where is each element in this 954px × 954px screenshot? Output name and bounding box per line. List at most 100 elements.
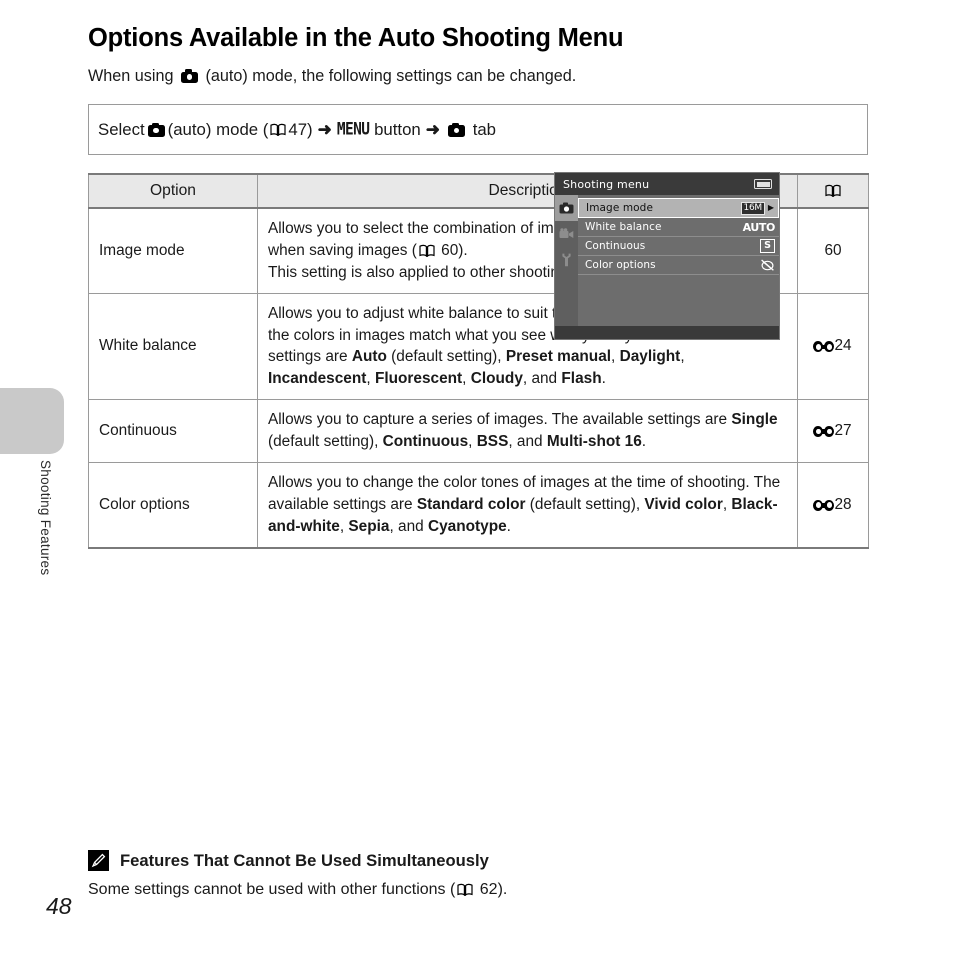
lcd-title: Shooting menu <box>563 177 650 191</box>
description-text: , <box>680 348 685 366</box>
reference-page-number: 28 <box>834 495 852 513</box>
lcd-menu-list: Image mode 16M ▶ White balance AUTO Continuou… <box>578 195 779 326</box>
cell-description: Allows you to change the color tones of … <box>257 462 798 549</box>
setting-name: Continuous <box>382 433 469 450</box>
lcd-title-bar: Shooting menu <box>555 173 779 195</box>
book-icon <box>270 123 286 136</box>
description-text: (default setting), <box>525 495 645 513</box>
lcd-footer-bar <box>555 326 779 339</box>
description-text: , and <box>522 370 562 388</box>
lcd-menu-item-label: White balance <box>585 221 662 233</box>
lcd-menu-item[interactable]: Continuous S <box>578 237 779 256</box>
setting-name: Vivid color <box>644 495 723 513</box>
camera-auto-icon <box>448 122 466 137</box>
cell-reference: 27 <box>797 399 869 463</box>
lcd-body: Image mode 16M ▶ White balance AUTO Continuou… <box>555 195 779 326</box>
arrow-right-icon: ➜ <box>317 119 332 139</box>
description-text: , and <box>389 517 428 535</box>
description-text: , <box>366 370 375 388</box>
intro-paragraph: When using (auto) mode, the following se… <box>88 67 868 86</box>
book-icon <box>825 184 841 197</box>
reference-section-icon <box>813 426 835 438</box>
pencil-note-icon <box>88 850 109 871</box>
tab-word: tab <box>472 119 497 139</box>
description-text: , <box>462 370 471 388</box>
setting-name: Single <box>731 411 778 429</box>
setting-name: Standard color <box>416 495 526 513</box>
menu-path-line: Select (auto) mode ( 47 ) ➜ MENU button … <box>98 120 496 140</box>
note-heading-row: Features That Cannot Be Used Simultaneou… <box>88 850 868 871</box>
menu-path-box: Select (auto) mode ( 47 ) ➜ MENU button … <box>88 104 868 155</box>
camera-auto-icon <box>180 69 198 83</box>
setting-name: Cloudy <box>470 370 523 388</box>
description-text: , <box>611 348 620 366</box>
page-ref-47: 47 <box>288 119 308 139</box>
cell-option: White balance <box>88 293 258 401</box>
lcd-menu-item-value: S <box>760 239 775 253</box>
lcd-menu-item[interactable]: Color options <box>578 256 779 275</box>
header-reference <box>797 173 869 209</box>
select-word: Select <box>98 119 145 139</box>
reference-page-number: 24 <box>834 337 852 355</box>
cell-option: Image mode <box>88 208 258 294</box>
setting-name: BSS <box>476 433 509 450</box>
lcd-menu-item-label: Color options <box>585 259 656 271</box>
mode-text: (auto) mode ( <box>167 119 269 139</box>
auto-wb-text: AUTO <box>742 220 776 234</box>
book-icon <box>457 883 473 896</box>
setting-name: Multi-shot 16 <box>546 433 642 450</box>
reference-section-icon <box>813 499 835 511</box>
description-text: Allows you to capture a series of images… <box>268 411 732 429</box>
lcd-menu-item[interactable]: Image mode 16M ▶ <box>578 198 779 218</box>
lcd-menu-item[interactable]: White balance AUTO <box>578 218 779 237</box>
table-row: Color options Allows you to change the co… <box>88 462 869 549</box>
page-number: 48 <box>46 893 72 919</box>
cell-description: Allows you to capture a series of images… <box>257 399 798 463</box>
image-size-badge: 16M <box>740 201 765 215</box>
note-body-page: 62 <box>479 881 498 898</box>
arrow-right-icon: ➜ <box>425 119 441 139</box>
color-off-icon <box>760 258 775 272</box>
setting-name: Flash <box>561 370 602 388</box>
cell-option: Continuous <box>88 399 258 463</box>
cell-option: Color options <box>88 462 258 549</box>
note-body-before: Some settings cannot be used with other … <box>88 881 456 898</box>
description-text: , <box>468 433 477 450</box>
lcd-tab-strip <box>555 195 578 326</box>
description-text: . <box>506 517 511 535</box>
lcd-menu-item-label: Image mode <box>586 202 653 214</box>
book-icon <box>419 244 435 257</box>
camera-screen-mockup: Shooting menu Image mode 16M ▶ White balanc… <box>554 172 780 340</box>
reference-section-icon <box>813 341 835 353</box>
intro-text-after: (auto) mode, the following settings can … <box>200 67 577 85</box>
setting-name: Fluorescent <box>374 370 463 388</box>
setting-name: Auto <box>351 348 387 366</box>
header-option: Option <box>88 173 258 209</box>
page-title: Options Available in the Auto Shooting M… <box>88 24 624 52</box>
setting-name: Daylight <box>619 348 681 366</box>
button-word: button <box>374 119 421 139</box>
movie-tab[interactable] <box>555 221 578 247</box>
description-text: (default setting), <box>268 433 383 450</box>
setting-name: Preset manual <box>505 348 612 366</box>
reference-page-number: 60 <box>824 241 842 259</box>
lcd-menu-item-value: 16M ▶ <box>740 201 774 215</box>
description-text: (default setting), <box>386 348 506 366</box>
section-thumb-tab <box>0 388 64 454</box>
setup-tab[interactable] <box>555 247 578 273</box>
description-text: . <box>601 370 606 388</box>
description-text: 60). <box>436 241 468 259</box>
description-text: , and <box>508 433 547 450</box>
menu-button-label: MENU <box>336 120 370 139</box>
description-text: . <box>641 433 647 450</box>
cell-reference: 28 <box>797 462 869 549</box>
camera-auto-icon <box>147 122 165 137</box>
section-label: Shooting Features <box>38 460 53 576</box>
note-body-after: ). <box>497 881 508 898</box>
lcd-menu-item-value: AUTO <box>742 220 776 234</box>
cell-reference: 60 <box>797 208 869 294</box>
note-block: Features That Cannot Be Used Simultaneou… <box>88 850 868 899</box>
note-body: Some settings cannot be used with other … <box>88 881 868 899</box>
shooting-tab[interactable] <box>555 195 578 221</box>
lcd-menu-item-value <box>760 258 775 272</box>
